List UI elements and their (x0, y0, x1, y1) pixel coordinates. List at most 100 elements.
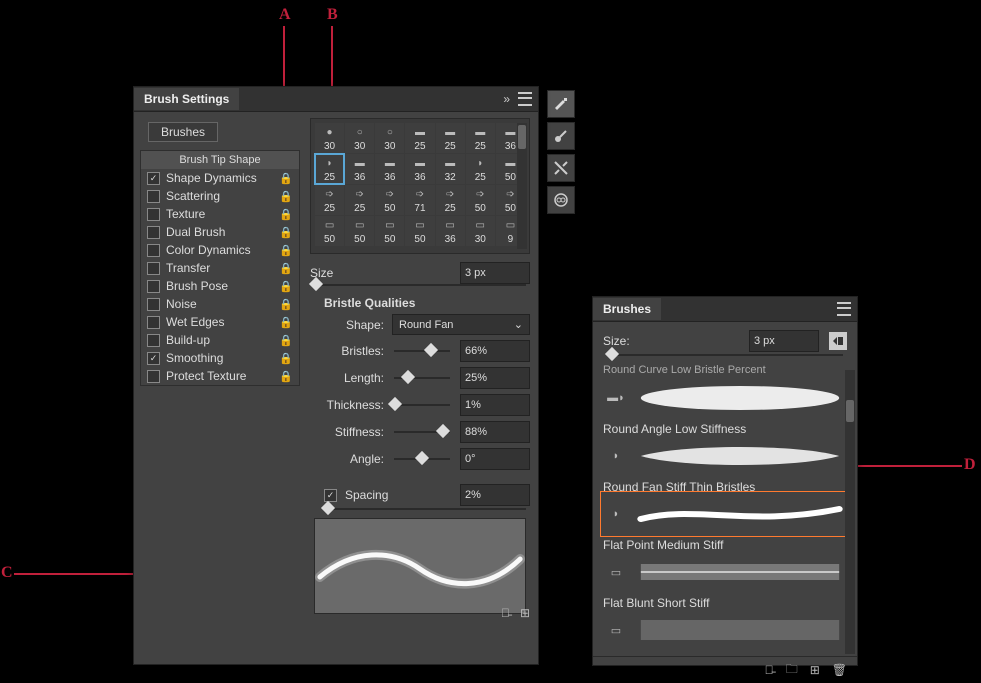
option-checkbox[interactable] (147, 244, 160, 257)
brush-preset[interactable]: ▭50 (375, 216, 404, 246)
lock-icon[interactable]: 🔒 (279, 226, 293, 239)
option-protect-texture[interactable]: Protect Texture🔒 (141, 367, 299, 385)
option-checkbox[interactable] (147, 226, 160, 239)
new-preset-icon[interactable]: ⊞ (520, 606, 530, 620)
brush-preset[interactable]: ➩25 (315, 185, 344, 215)
option-smoothing[interactable]: Smoothing🔒 (141, 349, 299, 367)
brush-entry[interactable]: ◗ (603, 436, 847, 476)
brush-preset[interactable]: ○30 (345, 123, 374, 153)
brush-preset[interactable]: ▬25 (405, 123, 434, 153)
brush-preset[interactable]: ▭50 (345, 216, 374, 246)
option-checkbox[interactable] (147, 298, 160, 311)
spacing-checkbox[interactable] (324, 489, 337, 502)
brush-preset[interactable]: ➩25 (436, 185, 465, 215)
lock-icon[interactable]: 🔒 (279, 244, 293, 257)
brush-preset[interactable]: ▭30 (466, 216, 495, 246)
footer-new-icon[interactable]: ⊞ (810, 663, 820, 677)
preset-scrollbar[interactable] (517, 123, 527, 249)
size-input[interactable] (460, 262, 530, 284)
option-checkbox[interactable] (147, 334, 160, 347)
bristles-input[interactable] (460, 340, 530, 362)
footer-trash-icon[interactable]: 🗑 (832, 663, 847, 677)
lock-icon[interactable]: 🔒 (279, 334, 293, 347)
brush-preset[interactable]: ▬36 (375, 154, 404, 184)
dock-brushes-icon[interactable] (547, 122, 575, 150)
brush-entry[interactable]: ▭ (603, 552, 847, 592)
option-scattering[interactable]: Scattering🔒 (141, 187, 299, 205)
brush-preset[interactable]: ➩50 (466, 185, 495, 215)
option-wet-edges[interactable]: Wet Edges🔒 (141, 313, 299, 331)
option-brush-pose[interactable]: Brush Pose🔒 (141, 277, 299, 295)
lock-icon[interactable]: 🔒 (279, 298, 293, 311)
option-color-dynamics[interactable]: Color Dynamics🔒 (141, 241, 299, 259)
lock-icon[interactable]: 🔒 (279, 172, 293, 185)
bp-reset-icon[interactable] (829, 332, 847, 350)
brushes-tab[interactable]: Brushes (593, 298, 661, 320)
length-input[interactable] (460, 367, 530, 389)
brushes-button[interactable]: Brushes (148, 122, 218, 142)
collapse-icon[interactable]: » (503, 92, 510, 106)
brushes-panel-menu-icon[interactable] (837, 302, 851, 316)
option-shape-dynamics[interactable]: Shape Dynamics🔒 (141, 169, 299, 187)
brush-preset[interactable]: ▬25 (436, 123, 465, 153)
lock-icon[interactable]: 🔒 (279, 262, 293, 275)
footer-preview-icon[interactable]: 👁̵ (765, 663, 774, 677)
option-noise[interactable]: Noise🔒 (141, 295, 299, 313)
brush-entry-top-stroke[interactable]: ▬◗ (603, 378, 847, 418)
brush-preset[interactable]: ▭50 (405, 216, 434, 246)
panel-menu-icon[interactable] (518, 92, 532, 106)
bp-size-input[interactable] (749, 330, 819, 352)
lock-icon[interactable]: 🔒 (279, 352, 293, 365)
brush-preset[interactable]: ▭36 (436, 216, 465, 246)
spacing-input[interactable] (460, 484, 530, 506)
angle-input[interactable] (460, 448, 530, 470)
option-checkbox[interactable] (147, 208, 160, 221)
dock-tools-icon[interactable] (547, 154, 575, 182)
thickness-input[interactable] (460, 394, 530, 416)
brush-preset[interactable]: ▬32 (436, 154, 465, 184)
brush-settings-tab[interactable]: Brush Settings (134, 88, 239, 110)
brush-preset[interactable]: ▬36 (345, 154, 374, 184)
brushes-scrollbar[interactable] (845, 370, 855, 654)
brush-preset[interactable]: ○30 (375, 123, 404, 153)
preview-toggle-icon[interactable]: 👁̵ (501, 606, 510, 620)
shape-dropdown[interactable]: Round Fan ⌄ (392, 314, 530, 335)
brush-preset[interactable]: ➩25 (345, 185, 374, 215)
option-checkbox[interactable] (147, 172, 160, 185)
option-texture[interactable]: Texture🔒 (141, 205, 299, 223)
option-transfer[interactable]: Transfer🔒 (141, 259, 299, 277)
angle-slider[interactable] (415, 451, 429, 465)
brush-preset[interactable]: ●30 (315, 123, 344, 153)
lock-icon[interactable]: 🔒 (279, 190, 293, 203)
option-dual-brush[interactable]: Dual Brush🔒 (141, 223, 299, 241)
lock-icon[interactable]: 🔒 (279, 208, 293, 221)
brush-preset[interactable]: ▬25 (466, 123, 495, 153)
option-checkbox[interactable] (147, 316, 160, 329)
option-checkbox[interactable] (147, 352, 160, 365)
footer-folder-icon[interactable]: 🗀 (786, 660, 798, 681)
option-build-up[interactable]: Build-up🔒 (141, 331, 299, 349)
brush-preset[interactable]: ➩50 (375, 185, 404, 215)
lock-icon[interactable]: 🔒 (279, 280, 293, 293)
brush-preset[interactable]: ▬36 (405, 154, 434, 184)
lock-icon[interactable]: 🔒 (279, 316, 293, 329)
option-checkbox[interactable] (147, 262, 160, 275)
dock-cc-icon[interactable] (547, 186, 575, 214)
option-checkbox[interactable] (147, 280, 160, 293)
brush-entry[interactable]: ▭ (603, 610, 847, 650)
bristles-slider[interactable] (424, 343, 438, 357)
thickness-slider[interactable] (387, 397, 401, 411)
brush-tip-shape-header[interactable]: Brush Tip Shape (141, 151, 299, 169)
lock-icon[interactable]: 🔒 (279, 370, 293, 383)
stiffness-slider[interactable] (436, 424, 450, 438)
brush-entry[interactable]: ◗ (603, 494, 847, 534)
brush-preset[interactable]: ◗25 (315, 154, 344, 184)
stiffness-input[interactable] (460, 421, 530, 443)
dock-brush-settings-icon[interactable] (547, 90, 575, 118)
option-checkbox[interactable] (147, 370, 160, 383)
brush-preset[interactable]: ◗25 (466, 154, 495, 184)
length-slider[interactable] (401, 370, 415, 384)
brush-preset[interactable]: ▭50 (315, 216, 344, 246)
brush-preset[interactable]: ➩71 (405, 185, 434, 215)
option-checkbox[interactable] (147, 190, 160, 203)
